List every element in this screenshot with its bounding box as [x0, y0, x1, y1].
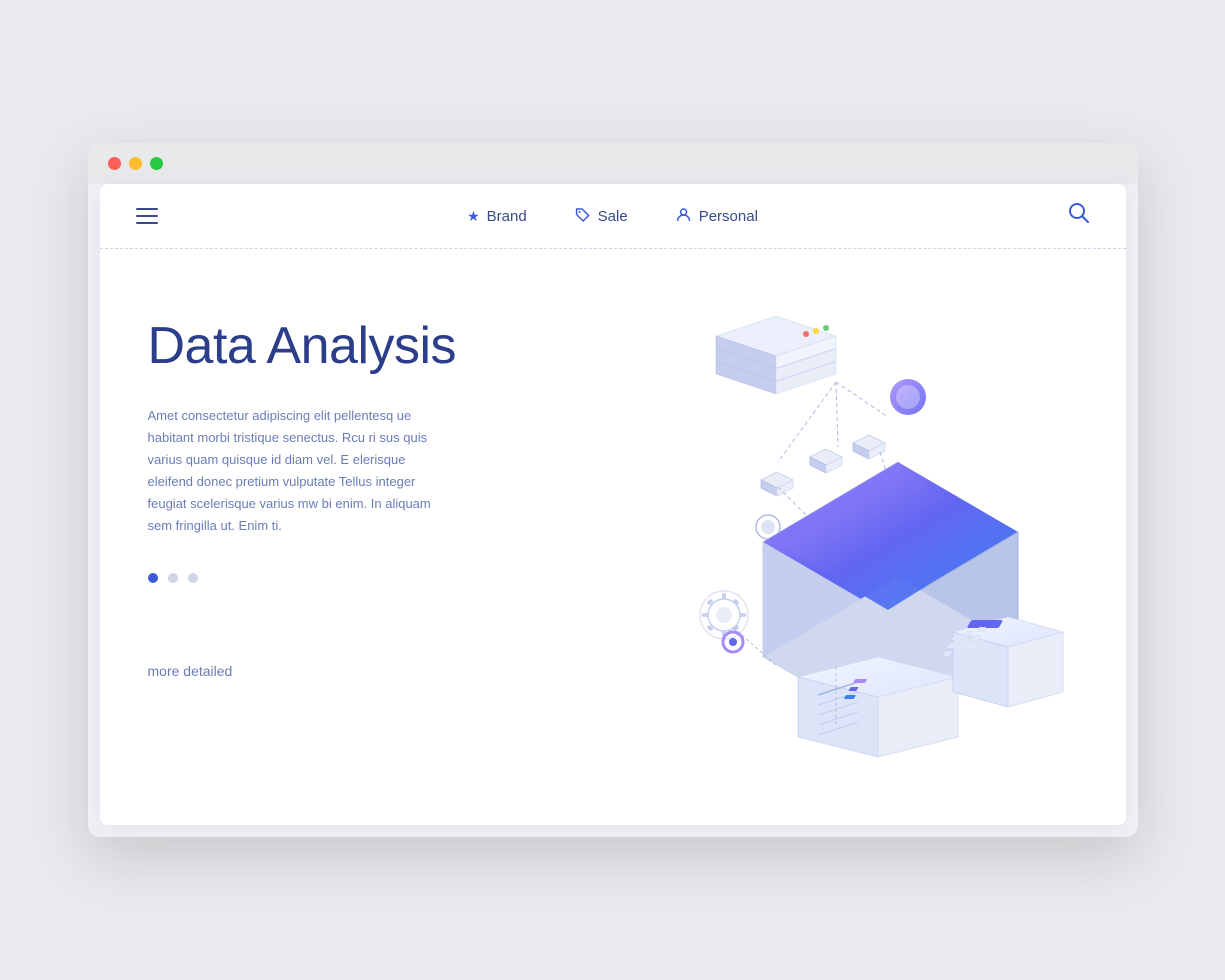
- nav-sale-label: Sale: [598, 208, 628, 225]
- nav-items: ★ Brand Sale: [467, 207, 758, 226]
- browser-titlebar: [88, 143, 1138, 184]
- more-detailed-link[interactable]: more detailed: [148, 663, 233, 679]
- hero-dots: [148, 573, 568, 583]
- dot-yellow[interactable]: [129, 157, 142, 170]
- hero-description: Amet consectetur adipiscing elit pellent…: [148, 405, 448, 538]
- navbar: ★ Brand Sale: [100, 184, 1126, 248]
- hero-dot-1[interactable]: [148, 573, 158, 583]
- nav-item-sale[interactable]: Sale: [575, 207, 628, 226]
- isometric-scene: [578, 287, 1098, 787]
- hero-dot-3[interactable]: [188, 573, 198, 583]
- hero-left: Data Analysis Amet consectetur adipiscin…: [148, 297, 568, 681]
- nav-item-personal[interactable]: Personal: [676, 207, 758, 226]
- search-button[interactable]: [1068, 202, 1090, 230]
- hero-illustration: [568, 297, 1078, 777]
- hero-section: Data Analysis Amet consectetur adipiscin…: [100, 249, 1126, 825]
- hero-title: Data Analysis: [148, 317, 568, 377]
- star-icon: ★: [467, 208, 480, 225]
- hero-dot-2[interactable]: [168, 573, 178, 583]
- nav-personal-label: Personal: [699, 208, 758, 225]
- dot-red[interactable]: [108, 157, 121, 170]
- dot-green[interactable]: [150, 157, 163, 170]
- person-icon: [676, 207, 692, 226]
- hamburger-menu[interactable]: [136, 208, 158, 224]
- nav-brand-label: Brand: [487, 208, 527, 225]
- browser-content: ★ Brand Sale: [100, 184, 1126, 825]
- nav-item-brand[interactable]: ★ Brand: [467, 208, 527, 225]
- browser-window: ★ Brand Sale: [88, 143, 1138, 837]
- tag-icon: [575, 207, 591, 226]
